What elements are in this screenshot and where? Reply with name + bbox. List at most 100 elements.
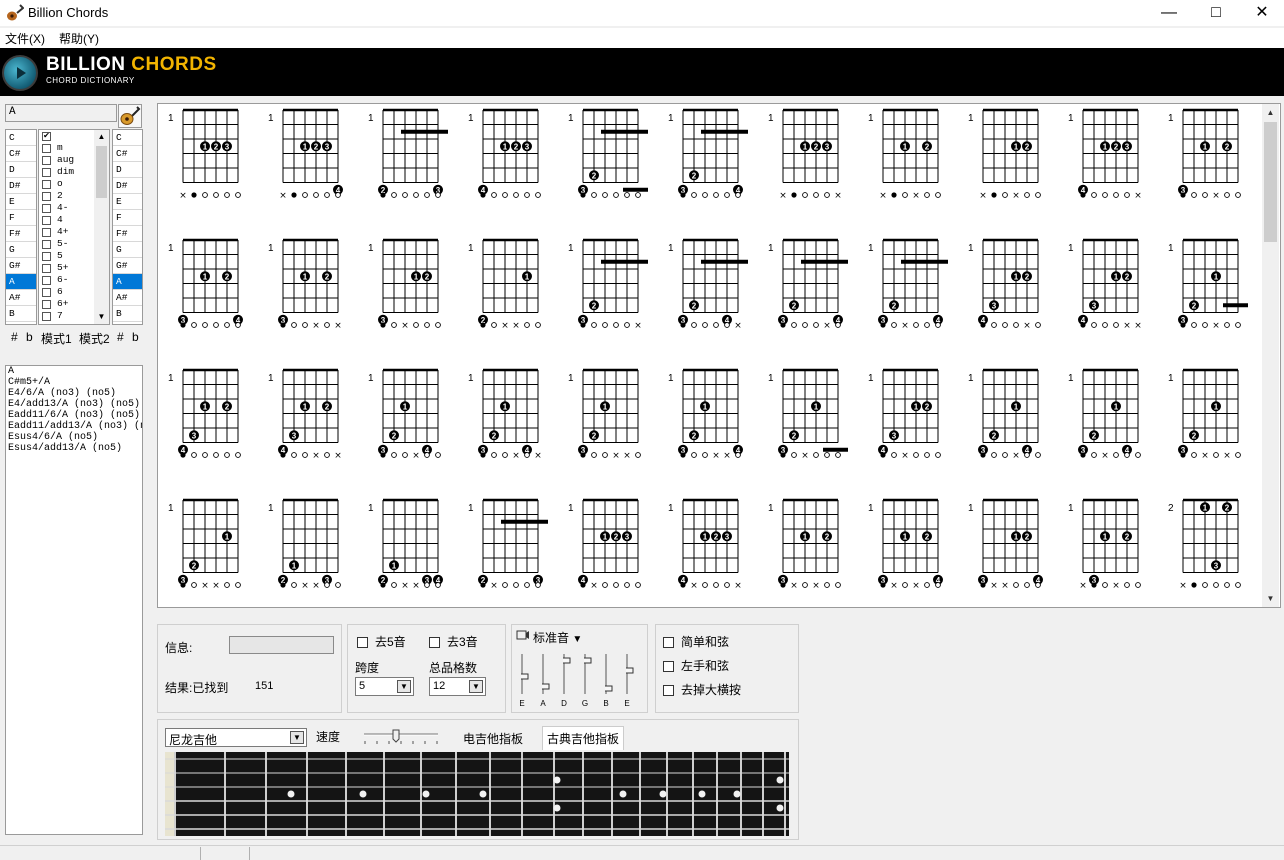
chord-diagram[interactable]: 12 3× <box>468 498 548 591</box>
chord-diagram[interactable]: 131 2× × <box>768 498 841 591</box>
tuning-sliders[interactable]: EADGBE <box>512 650 646 710</box>
guitar-type-select[interactable]: 尼龙吉他 ▼ <box>165 728 307 747</box>
result-item[interactable]: Esus4/add13/A (no5) <box>8 443 140 454</box>
chord-diagram[interactable]: 1431 2× × <box>268 368 342 461</box>
bass-note-item[interactable]: G <box>113 242 142 258</box>
bass-note-item[interactable]: C <box>113 130 142 146</box>
chord-diagram[interactable]: 13214× × <box>468 368 542 461</box>
modifier-checkbox[interactable] <box>42 263 51 273</box>
bass-note-item[interactable]: G# <box>113 258 142 274</box>
tuning-knob[interactable] <box>584 657 592 664</box>
modifier-checkbox[interactable] <box>42 155 51 165</box>
chord-result-list[interactable]: A C#m5+/A E4/6/A (no3) (no5) E4/add13/A (no… <box>5 365 143 835</box>
chord-diagram[interactable]: 2 1 2 3 × <box>1168 498 1241 591</box>
result-item[interactable]: E4/6/A (no3) (no5) <box>8 388 140 399</box>
modifier-checkbox[interactable] <box>42 275 51 285</box>
bass-note-item[interactable]: A <box>113 274 142 290</box>
chord-diagram[interactable]: 1324× <box>668 238 748 331</box>
chord-diagram[interactable]: 1321× × <box>1168 368 1241 461</box>
chevron-down-icon[interactable]: ▼ <box>397 680 411 693</box>
bass-note-item[interactable]: F# <box>113 226 142 242</box>
modifier-checkbox[interactable]: ✔ <box>42 131 51 141</box>
chord-diagram[interactable]: 132× <box>568 238 648 331</box>
total-frets-select[interactable]: 12 ▼ <box>429 677 486 696</box>
chord-diagram[interactable]: 13214× <box>968 368 1041 461</box>
result-item[interactable]: Eadd11/add13/A (no3) (n <box>8 421 142 432</box>
electric-fretboard-tab[interactable]: 电吉他指板 <box>463 730 523 747</box>
chevron-down-icon[interactable]: ▼ <box>469 680 483 693</box>
bass-note-item[interactable]: E <box>113 194 142 210</box>
speed-slider[interactable] <box>362 729 440 747</box>
chord-diagram[interactable]: 141 2 3× × <box>668 498 742 591</box>
chord-diagram[interactable]: 1324× <box>768 238 848 331</box>
root-note-item[interactable]: F# <box>6 226 36 242</box>
chord-diagram[interactable]: 1321× <box>768 368 848 461</box>
modifier-checkbox[interactable] <box>42 191 51 201</box>
chord-diagram[interactable]: 1431 2× <box>868 368 941 461</box>
chord-diagram[interactable]: 141 2 3× <box>1068 108 1142 201</box>
chord-diagram[interactable]: 131 2× <box>1168 108 1241 201</box>
result-item[interactable]: A <box>8 366 140 377</box>
tuning-knob[interactable] <box>563 657 571 664</box>
chord-diagram[interactable]: 131 2× × <box>268 238 342 331</box>
root-note-item[interactable]: D <box>6 162 36 178</box>
no-barre-checkbox[interactable]: 去掉大横按 <box>663 681 741 698</box>
chord-diagram[interactable]: 13214× <box>1068 368 1141 461</box>
menu-file[interactable]: 文件(X) <box>5 30 45 47</box>
chord-diagram[interactable]: 1431 2× <box>968 238 1041 331</box>
chord-diagram[interactable]: 131 24× × <box>968 498 1043 591</box>
chord-diagram[interactable]: 1321× × <box>168 498 241 591</box>
no-barre-box[interactable] <box>663 685 674 697</box>
tuning-select[interactable]: 标准音 ▼ <box>533 629 582 646</box>
chord-diagram[interactable]: 131 24× × <box>868 498 943 591</box>
root-note-list[interactable]: C C# D D# E F F# G G# A A# B <box>5 129 37 325</box>
scroll-thumb[interactable] <box>1264 122 1277 242</box>
chord-diagram[interactable]: 1324× <box>868 238 948 331</box>
chord-diagram[interactable]: 1321× × <box>568 368 641 461</box>
modifier-scrollbar[interactable]: ▲ ▼ <box>94 130 109 324</box>
chord-diagram[interactable]: 1321× <box>1168 238 1248 331</box>
left-hand-checkbox[interactable]: 左手和弦 <box>663 657 729 674</box>
chord-diagram[interactable]: 1213× × <box>268 498 341 591</box>
bass-note-item[interactable]: C# <box>113 146 142 162</box>
chord-diagram[interactable]: 1431 2× × <box>1068 238 1142 331</box>
bass-note-item[interactable]: A# <box>113 290 142 306</box>
tuning-knob[interactable] <box>626 667 634 674</box>
result-item[interactable]: C#m5+/A <box>8 377 140 388</box>
root-note-item[interactable]: D# <box>6 178 36 194</box>
chord-name-field[interactable]: A <box>5 104 117 122</box>
chord-diagram[interactable]: 1431 2 <box>168 368 241 458</box>
root-note-item[interactable]: F <box>6 210 36 226</box>
simple-chord-checkbox[interactable]: 简单和弦 <box>663 633 729 650</box>
drop3-box[interactable] <box>429 637 440 649</box>
bass-note-item[interactable]: F <box>113 210 142 226</box>
chord-diagram-area[interactable]: 1 1 2 3 × 1 1 2 3 4 × 1 2 3 1 4 1 2 3 1 3 2 1 3 2 4 1 1 2 3 × × 1 1 2 × × 1 1 2… <box>157 103 1281 608</box>
chevron-down-icon[interactable]: ▼ <box>572 634 582 645</box>
modifier-checkbox[interactable] <box>42 239 51 249</box>
close-button[interactable]: ✕ <box>1239 0 1284 26</box>
drop5-checkbox[interactable]: 去5音 <box>357 633 406 650</box>
result-item[interactable]: Eadd11/6/A (no3) (no5) <box>8 410 140 421</box>
chord-diagram[interactable]: 1 1 2 × × <box>868 108 941 201</box>
span-select[interactable]: 5 ▼ <box>355 677 414 696</box>
root-note-item[interactable]: C <box>6 130 36 146</box>
root-note-item[interactable]: B <box>6 306 36 322</box>
tuning-knob[interactable] <box>605 685 613 692</box>
scroll-up-button[interactable]: ▲ <box>1262 104 1279 121</box>
guitar-fretboard[interactable] <box>165 752 789 836</box>
bass-note-item[interactable]: D <box>113 162 142 178</box>
chord-diagram[interactable]: 121× × <box>468 238 541 331</box>
bass-note-list[interactable]: C C# D D# E F F# G G# A A# B <box>112 129 143 325</box>
chord-diagram[interactable]: 132 <box>568 108 648 198</box>
tab-mode1[interactable]: 模式1 <box>41 330 72 347</box>
modifier-checkbox[interactable] <box>42 311 51 321</box>
chord-diagram[interactable]: 131 2× <box>368 238 441 331</box>
modifier-checkbox[interactable] <box>42 227 51 237</box>
modifier-checkbox[interactable] <box>42 167 51 177</box>
modifier-checkbox[interactable] <box>42 251 51 261</box>
modifier-checkbox[interactable] <box>42 287 51 297</box>
modifier-checkbox[interactable] <box>42 179 51 189</box>
chord-diagram[interactable]: 131 24 <box>168 238 243 328</box>
chord-diagram[interactable]: 11 2 34× <box>268 108 343 201</box>
result-item[interactable]: Esus4/6/A (no5) <box>8 432 140 443</box>
